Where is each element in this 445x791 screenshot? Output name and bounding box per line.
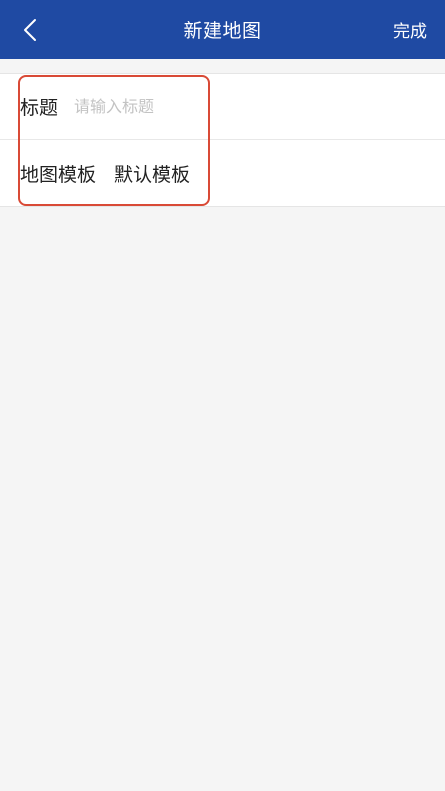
map-template-value[interactable]: 默认模板 — [114, 160, 190, 187]
title-row: 标题 — [0, 74, 445, 140]
chevron-left-icon — [23, 18, 37, 42]
back-button[interactable] — [10, 0, 50, 59]
new-map-form: 标题 地图模板 默认模板 — [0, 73, 445, 207]
title-input[interactable] — [74, 97, 195, 116]
map-template-label: 地图模板 — [20, 163, 97, 186]
top-nav-bar: 新建地图 完成 — [0, 0, 445, 59]
page-title: 新建地图 — [183, 20, 262, 42]
title-label: 标题 — [20, 97, 59, 119]
map-template-row[interactable]: 地图模板 默认模板 — [0, 140, 445, 206]
done-button[interactable]: 完成 — [393, 0, 427, 59]
